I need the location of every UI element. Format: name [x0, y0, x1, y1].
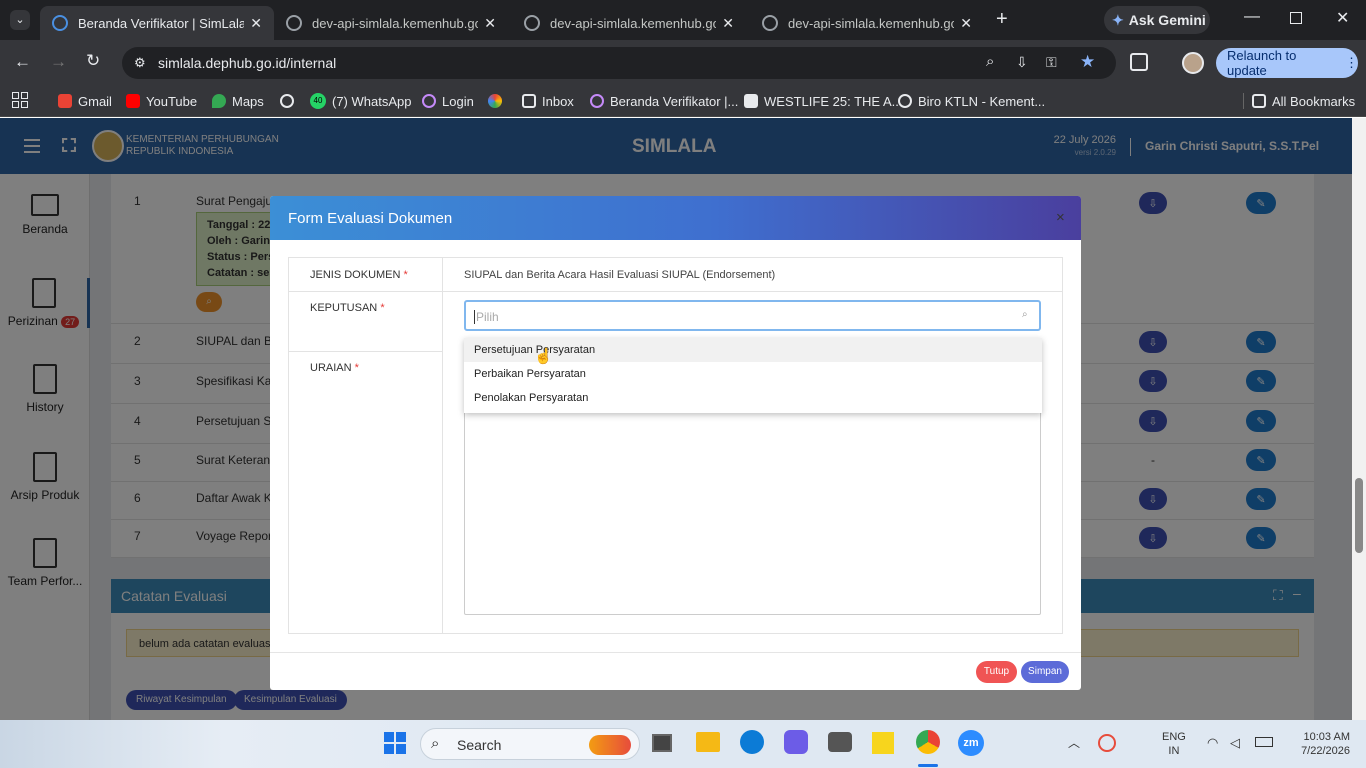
chrome-active-indicator	[918, 764, 938, 767]
bookmark-inbox[interactable]: Inbox	[522, 92, 574, 110]
option-penolakan[interactable]: Penolakan Persyaratan	[464, 386, 1042, 410]
photos-icon	[488, 94, 502, 108]
folder-icon	[1252, 94, 1266, 108]
bookmark-globe[interactable]	[280, 92, 300, 110]
address-bar[interactable]: ⚙ simlala.dephub.go.id/internal ⌕ ⇩ ⚿ ★	[122, 47, 1116, 79]
search-icon: ⌕	[431, 735, 440, 752]
more-menu-icon[interactable]: ⋮	[1345, 55, 1358, 71]
modal-header: Form Evaluasi Dokumen ×	[270, 196, 1081, 240]
form-evaluasi-modal: Form Evaluasi Dokumen × JENIS DOKUMEN * …	[270, 196, 1081, 690]
tab-4[interactable]: dev-api-simlala.kemenhub.go.id ✕	[750, 6, 984, 40]
copilot-icon[interactable]	[784, 730, 808, 754]
westlife-icon	[744, 94, 758, 108]
gmail-icon	[58, 94, 72, 108]
wifi-icon[interactable]: ◠	[1207, 735, 1218, 751]
forward-icon[interactable]: →	[50, 52, 67, 72]
file-explorer-icon[interactable]	[696, 732, 720, 752]
whatsapp-badge: 40	[310, 93, 326, 109]
profile-avatar[interactable]	[1182, 52, 1204, 74]
simpan-button[interactable]: Simpan	[1021, 661, 1069, 683]
search-highlight-image	[589, 735, 631, 755]
tab-3[interactable]: dev-api-simlala.kemenhub.go.id ✕	[512, 6, 746, 40]
browser-tab-strip: ⌄ Beranda Verifikator | SimLala ✕ dev-ap…	[0, 0, 1366, 40]
tab-search-icon[interactable]: ⌄	[10, 10, 30, 30]
password-key-icon[interactable]: ⚿	[1046, 54, 1057, 71]
new-tab-button[interactable]: +	[996, 8, 1008, 31]
globe-icon	[590, 94, 604, 108]
globe-icon	[762, 15, 778, 31]
minimize-icon[interactable]: —	[1244, 8, 1260, 26]
globe-icon	[898, 94, 912, 108]
youtube-icon	[126, 94, 140, 108]
tab-1[interactable]: Beranda Verifikator | SimLala ✕	[40, 6, 274, 40]
zoom-app-icon[interactable]: zm	[958, 730, 984, 756]
search-icon: ⌕	[1022, 309, 1028, 320]
bookmarks-divider	[1243, 93, 1244, 109]
camera-icon[interactable]	[828, 732, 852, 752]
gemini-icon: ✦	[1112, 11, 1124, 28]
close-tab-icon[interactable]: ✕	[960, 15, 972, 32]
bookmark-login[interactable]: Login	[422, 92, 474, 110]
modal-close-icon[interactable]: ×	[1056, 209, 1065, 226]
windows-start-icon[interactable]	[384, 732, 406, 754]
inbox-icon	[522, 94, 536, 108]
globe-icon	[286, 15, 302, 31]
tab-2[interactable]: dev-api-simlala.kemenhub.go.id ✕	[274, 6, 508, 40]
keputusan-select[interactable]: Pilih ⌕	[464, 300, 1041, 331]
option-perbaikan[interactable]: Perbaikan Persyaratan	[464, 362, 1042, 386]
globe-icon	[524, 15, 540, 31]
bookmark-photos[interactable]	[488, 92, 508, 110]
back-icon[interactable]: ←	[14, 52, 31, 72]
volume-icon[interactable]: ◁	[1230, 735, 1240, 751]
uraian-label: URAIAN *	[310, 362, 359, 374]
reload-icon[interactable]: ↻	[86, 51, 100, 71]
taskbar-search[interactable]: ⌕ Search	[420, 728, 640, 760]
close-tab-icon[interactable]: ✕	[722, 15, 734, 32]
sync-icon[interactable]	[1098, 734, 1116, 752]
globe-icon	[280, 94, 294, 108]
battery-icon[interactable]	[1255, 737, 1273, 747]
relaunch-button[interactable]: Relaunch to update ⋮	[1216, 48, 1358, 78]
language-indicator[interactable]: ENG IN	[1162, 730, 1186, 758]
install-app-icon[interactable]: ⇩	[1016, 54, 1028, 71]
bookmark-youtube[interactable]: YouTube	[126, 92, 197, 110]
url-text[interactable]: simlala.dephub.go.id/internal	[158, 55, 336, 71]
apps-grid-icon[interactable]	[12, 92, 28, 108]
page-scrollbar[interactable]	[1352, 118, 1366, 720]
jenis-dokumen-value: SIUPAL dan Berita Acara Hasil Evaluasi S…	[464, 269, 776, 281]
maps-pin-icon	[212, 94, 226, 108]
modal-title: Form Evaluasi Dokumen	[288, 209, 453, 227]
task-view-icon[interactable]	[652, 734, 672, 752]
keputusan-placeholder: Pilih	[474, 310, 499, 324]
edge-icon[interactable]	[740, 730, 764, 754]
bookmark-whatsapp[interactable]: 40 (7) WhatsApp	[310, 92, 411, 110]
maximize-icon[interactable]	[1290, 12, 1302, 24]
bookmark-maps[interactable]: Maps	[212, 92, 264, 110]
zoom-icon[interactable]: ⌕	[986, 53, 994, 70]
site-info-icon[interactable]: ⚙	[134, 55, 146, 71]
bookmark-westlife[interactable]: WESTLIFE 25: THE A...	[744, 92, 902, 110]
bookmark-beranda[interactable]: Beranda Verifikator |...	[590, 92, 738, 110]
all-bookmarks[interactable]: All Bookmarks	[1252, 92, 1355, 110]
close-tab-icon[interactable]: ✕	[484, 15, 496, 32]
clock[interactable]: 10:03 AM 7/22/2026	[1290, 730, 1350, 758]
extensions-icon[interactable]	[1130, 53, 1148, 71]
mouse-cursor-icon: ☝	[534, 348, 553, 365]
bookmark-biro-ktln[interactable]: Biro KTLN - Kement...	[898, 92, 1045, 110]
close-window-icon[interactable]: ✕	[1336, 8, 1349, 28]
bookmark-star-icon[interactable]: ★	[1080, 52, 1095, 72]
sticky-notes-icon[interactable]	[872, 732, 894, 754]
chrome-icon[interactable]	[916, 730, 940, 754]
windows-taskbar: ⌕ Search zm ︿ ENG IN ◠ ◁ 10:03 AM 7/22/202…	[0, 720, 1366, 768]
close-tab-icon[interactable]: ✕	[250, 15, 262, 32]
simlala-favicon	[52, 15, 68, 31]
login-globe-icon	[422, 94, 436, 108]
bookmark-gmail[interactable]: Gmail	[58, 92, 112, 110]
ask-gemini-button[interactable]: ✦ Ask Gemini	[1104, 6, 1210, 34]
jenis-dokumen-label: JENIS DOKUMEN *	[310, 269, 408, 281]
tray-chevron-icon[interactable]: ︿	[1068, 734, 1080, 751]
tutup-button[interactable]: Tutup	[976, 661, 1017, 683]
keputusan-label: KEPUTUSAN *	[310, 302, 385, 314]
